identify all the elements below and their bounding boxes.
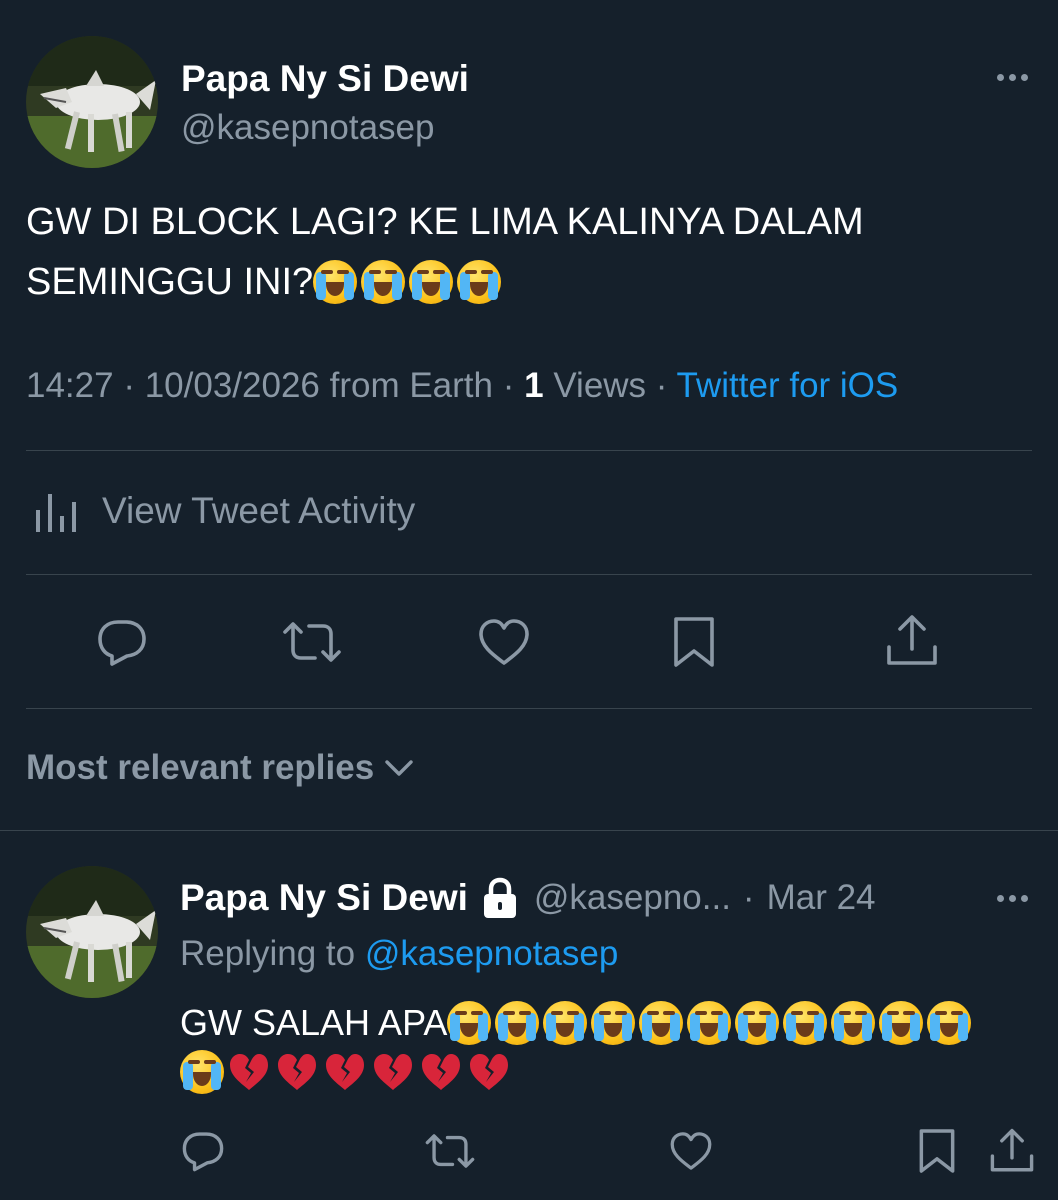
crying-emoji: [409, 260, 454, 304]
bookmark-button[interactable]: [668, 614, 720, 670]
like-button[interactable]: [476, 614, 532, 670]
crying-emoji: [831, 1001, 876, 1045]
reply-button[interactable]: [94, 614, 150, 670]
retweet-button[interactable]: [281, 614, 343, 670]
reply-emoji-line: [180, 1050, 975, 1094]
tweet-source-link[interactable]: Twitter for iOS: [677, 366, 899, 405]
share-icon: [887, 615, 937, 665]
reply-share-button[interactable]: [988, 1126, 1036, 1176]
tweet-meta: 14:27 · 10/03/2026 from Earth · 1 Views …: [26, 366, 898, 406]
divider: [26, 708, 1032, 709]
crying-emoji: [495, 1001, 540, 1045]
meta-separator: ·: [502, 366, 515, 405]
crying-emoji: [735, 1001, 780, 1045]
view-tweet-activity-label: View Tweet Activity: [102, 490, 416, 531]
reply-avatar[interactable]: [26, 866, 158, 998]
divider: [0, 830, 1058, 831]
crying-emoji: [180, 1050, 224, 1094]
display-name[interactable]: Papa Ny Si Dewi: [181, 58, 469, 100]
bar-chart-icon: [36, 494, 76, 532]
replies-sort-label: Most relevant replies: [26, 748, 375, 787]
retweet-icon: [425, 1134, 475, 1168]
crying-emoji: [879, 1001, 924, 1045]
tweet-text: GW DI BLOCK LAGI? KE LIMA KALINYA DALAM …: [26, 192, 1026, 312]
tweet-text-line: GW DI BLOCK LAGI? KE LIMA KALINYA DALAM: [26, 201, 864, 243]
tweet-date: 10/03/2026 from Earth: [144, 366, 493, 405]
reply-text-segment: GW SALAH APA: [180, 1002, 448, 1043]
tweet-text-line: SEMINGGU INI?: [26, 252, 1026, 312]
crying-emoji: [783, 1001, 828, 1045]
avatar-image: [26, 866, 158, 998]
meta-separator: ·: [123, 366, 135, 405]
reply-reply-button[interactable]: [180, 1128, 226, 1174]
heart-icon: [670, 1132, 712, 1170]
views-label: Views: [553, 366, 647, 405]
crying-emoji: [687, 1001, 732, 1045]
broken-heart-emoji: [470, 1054, 508, 1090]
reply-text: GW SALAH APA: [180, 996, 975, 1094]
replies-sort-dropdown[interactable]: Most relevant replies: [26, 748, 414, 788]
view-tweet-activity-button[interactable]: View Tweet Activity: [34, 488, 415, 534]
reply-bookmark-button[interactable]: [914, 1126, 960, 1176]
broken-heart-emoji: [422, 1054, 460, 1090]
user-handle[interactable]: @kasepnotasep: [181, 108, 434, 148]
replying-to-handle[interactable]: @kasepnotasep: [365, 934, 618, 973]
bookmark-icon: [919, 1129, 955, 1173]
avatar-image: [26, 36, 158, 168]
meta-separator: ·: [655, 366, 668, 405]
reply-icon: [98, 620, 146, 666]
lock-icon: [483, 877, 516, 918]
reply-display-name[interactable]: Papa Ny Si Dewi: [180, 877, 468, 919]
reply-like-button[interactable]: [668, 1128, 714, 1174]
broken-heart-emoji: [230, 1054, 268, 1090]
crying-emoji: [447, 1001, 492, 1045]
meta-separator: ·: [742, 878, 755, 917]
replying-to-label: Replying to: [180, 934, 356, 973]
reply-date[interactable]: Mar 24: [767, 878, 876, 918]
reply-icon: [182, 1132, 224, 1172]
tweet-time: 14:27: [26, 366, 114, 405]
broken-heart-emoji: [374, 1054, 412, 1090]
share-button[interactable]: [884, 612, 940, 670]
crying-emoji: [361, 260, 406, 304]
replying-to: Replying to @kasepnotasep: [180, 934, 618, 974]
broken-heart-emoji: [278, 1054, 316, 1090]
reply-more-options-icon[interactable]: [997, 895, 1028, 902]
share-icon: [990, 1128, 1034, 1172]
broken-heart-emoji: [326, 1054, 364, 1090]
crying-emoji: [313, 260, 358, 304]
crying-emoji: [543, 1001, 588, 1045]
avatar[interactable]: [26, 36, 158, 168]
tweet-text-segment: SEMINGGU INI?: [26, 261, 314, 303]
crying-emoji: [639, 1001, 684, 1045]
crying-emoji: [927, 1001, 972, 1045]
reply-header: Papa Ny Si Dewi @kasepno... · Mar 24: [180, 876, 876, 920]
views-count: 1: [524, 366, 544, 405]
crying-emoji: [591, 1001, 636, 1045]
reply-retweet-button[interactable]: [424, 1128, 476, 1174]
divider: [26, 450, 1032, 451]
divider: [26, 574, 1032, 575]
heart-icon: [479, 619, 529, 665]
reply-text-line: GW SALAH APA: [180, 996, 975, 1050]
reply-handle[interactable]: @kasepno...: [534, 878, 731, 918]
crying-emoji: [457, 260, 502, 304]
bookmark-icon: [674, 617, 714, 667]
chevron-down-icon: [385, 760, 413, 776]
more-options-icon[interactable]: [997, 74, 1028, 81]
retweet-icon: [283, 622, 341, 662]
